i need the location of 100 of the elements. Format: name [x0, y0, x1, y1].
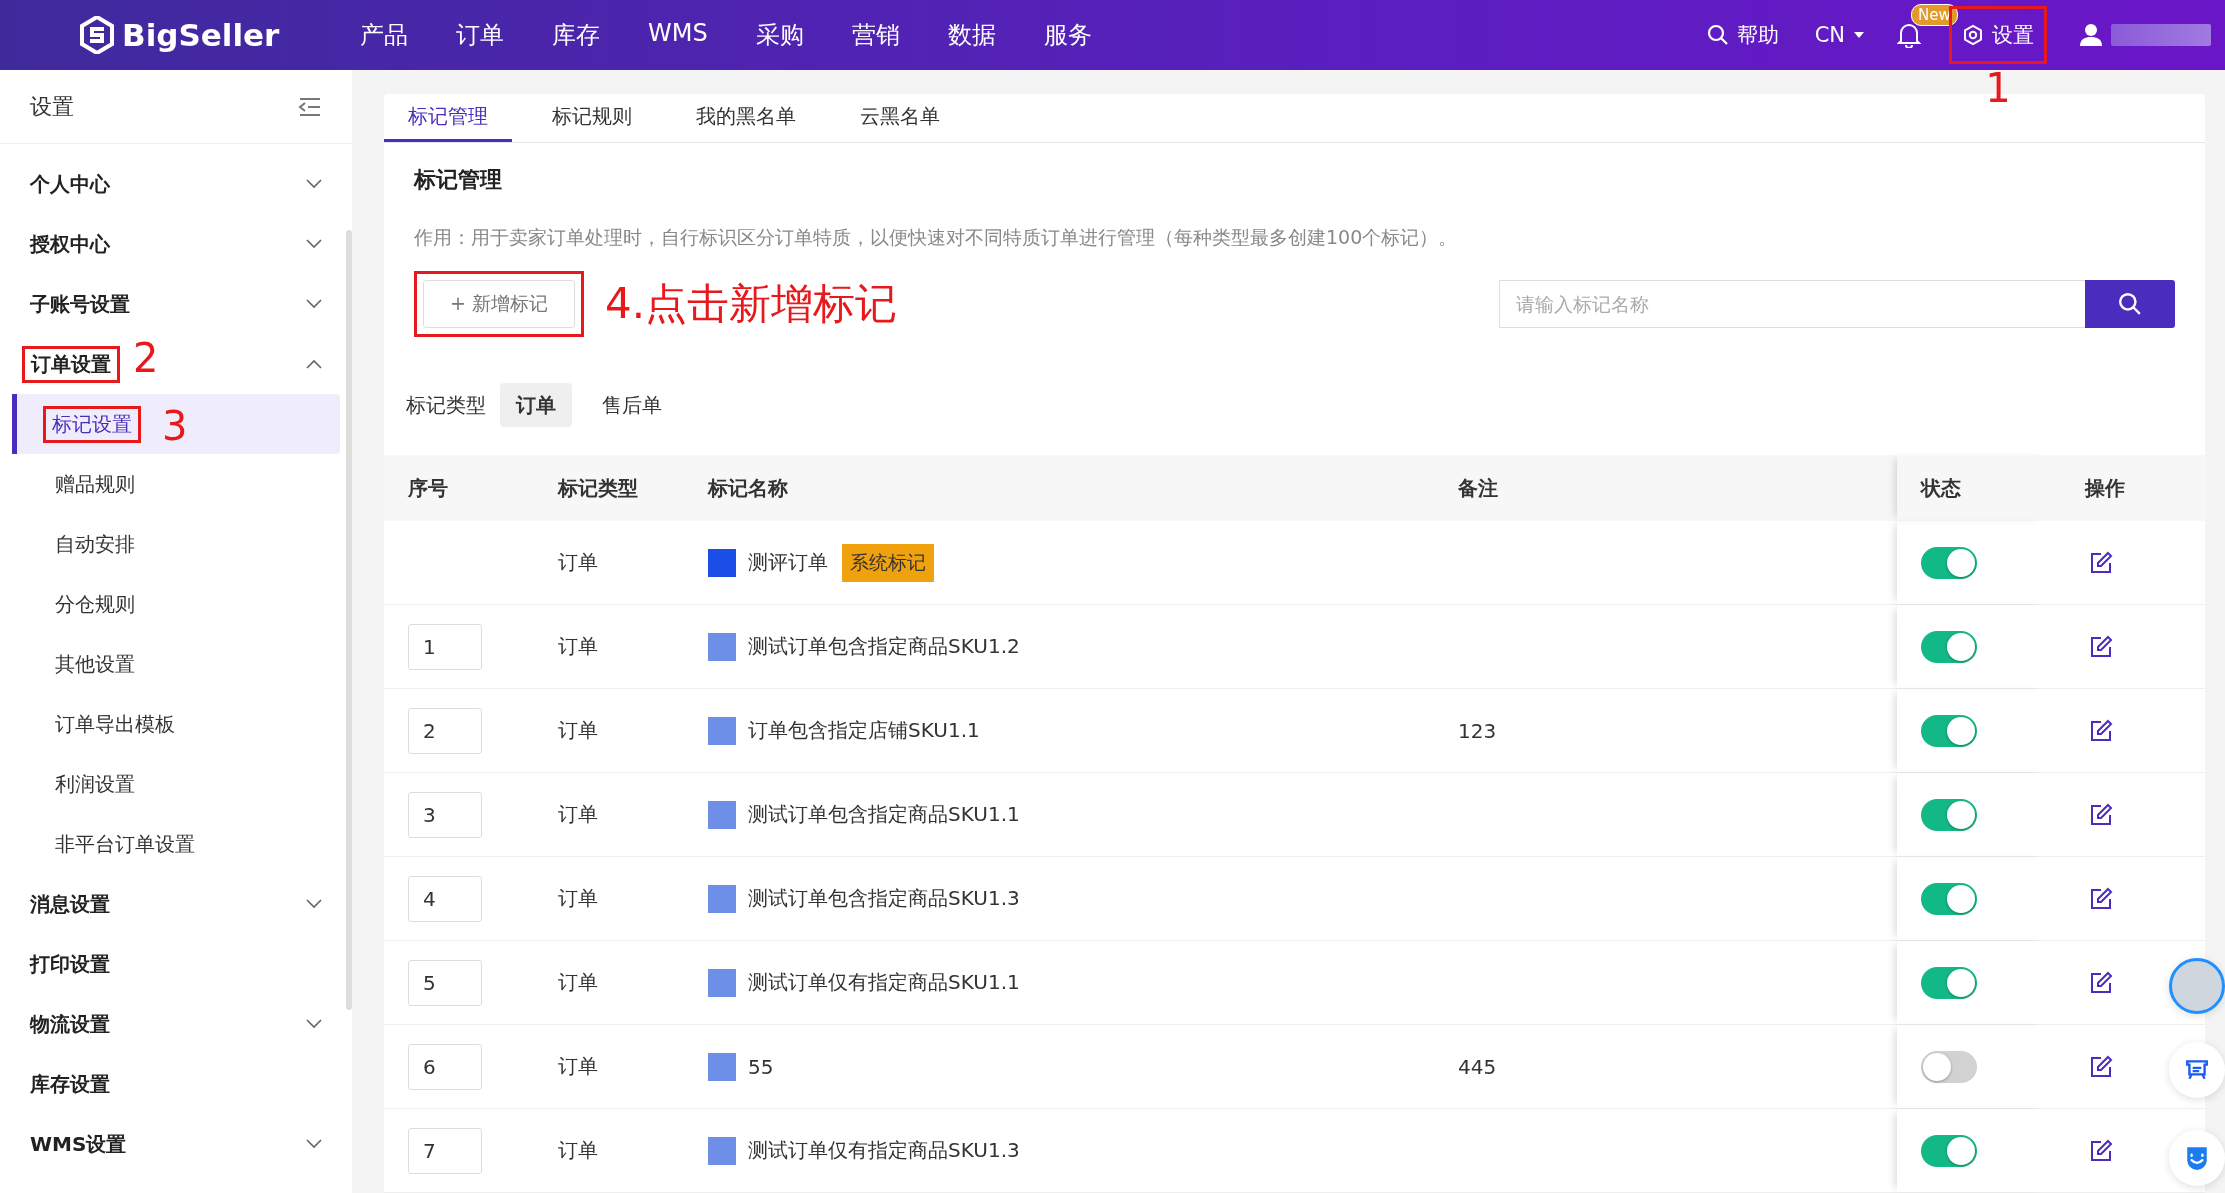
language-dropdown[interactable]: CN	[1810, 17, 1869, 53]
tab[interactable]: 标记规则	[528, 94, 656, 142]
index-field[interactable]: 7	[408, 1127, 482, 1174]
menu-group-label[interactable]: WMS设置	[30, 1130, 127, 1158]
mark-name: 测评订单	[748, 549, 828, 576]
edit-button[interactable]	[2089, 1138, 2113, 1163]
filter-option[interactable]: 订单	[500, 383, 572, 427]
edit-button[interactable]	[2089, 970, 2113, 995]
status-toggle[interactable]	[1921, 966, 1977, 999]
edit-icon	[2089, 970, 2113, 995]
nav-link[interactable]: 数据	[947, 19, 996, 51]
tab[interactable]: 标记管理	[384, 94, 512, 142]
edit-icon	[2089, 718, 2113, 743]
table-cell: 订单	[558, 801, 598, 828]
edit-button[interactable]	[2089, 1054, 2113, 1079]
system-tag: 系统标记	[842, 543, 934, 582]
submenu-item[interactable]: 其他设置	[12, 634, 340, 694]
edit-button[interactable]	[2089, 886, 2113, 911]
menu-group-label[interactable]: 授权中心	[30, 230, 110, 258]
chevron-down-icon	[306, 899, 322, 909]
status-toggle[interactable]	[1921, 714, 1977, 747]
index-field[interactable]: 6	[408, 1043, 482, 1090]
callout-number: 2	[133, 334, 159, 381]
submenu-item[interactable]: 赠品规则	[12, 454, 340, 514]
nav-link[interactable]: 订单	[456, 19, 504, 51]
callout-number: 3	[162, 402, 188, 449]
status-toggle[interactable]	[1921, 1050, 1977, 1083]
edit-button[interactable]	[2089, 550, 2113, 575]
help-button[interactable]: 帮助	[1702, 15, 1783, 55]
menu-group-label[interactable]: 打印设置	[30, 950, 110, 978]
submenu-item[interactable]: 非平台订单设置	[12, 814, 340, 874]
sidebar-title: 设置	[30, 92, 74, 121]
table-cell: 订单	[558, 1053, 598, 1080]
smile-icon	[2184, 1145, 2210, 1171]
table-cell: 订单	[558, 549, 598, 576]
index-field[interactable]: 2	[408, 707, 482, 754]
edit-button[interactable]	[2089, 718, 2113, 743]
nav-link[interactable]: 服务	[1043, 19, 1092, 51]
status-toggle[interactable]	[1921, 1134, 1977, 1167]
status-toggle[interactable]	[1921, 882, 1977, 915]
submenu-item[interactable]: 利润设置	[12, 754, 340, 814]
table-cell: 445	[1458, 1054, 1497, 1079]
submenu-item[interactable]: 标记设置 3	[12, 394, 340, 454]
chevron-down-icon	[306, 1139, 322, 1149]
submenu-item[interactable]: 分仓规则	[12, 574, 340, 634]
caret-icon	[1853, 31, 1865, 39]
edit-icon	[2089, 886, 2113, 911]
collapse-menu-icon[interactable]	[298, 96, 322, 117]
search-field[interactable]: 请输入标记名称	[1499, 280, 2085, 328]
search-button[interactable]	[2085, 280, 2175, 328]
menu-group-label[interactable]: 个人中心	[30, 170, 110, 198]
mark-name: 测试订单仅有指定商品SKU1.3	[748, 1137, 1020, 1164]
search-icon	[1706, 24, 1729, 46]
scrollbar[interactable]	[346, 230, 352, 1010]
nav-link[interactable]: 产品	[360, 19, 408, 51]
column-header: 序号	[407, 474, 449, 502]
edit-icon	[2089, 634, 2113, 659]
menu-group-label[interactable]: 消息设置	[30, 890, 110, 918]
edit-icon	[2089, 1138, 2113, 1163]
table-cell: 订单	[558, 633, 598, 660]
tab[interactable]: 云黑名单	[836, 94, 964, 142]
user-icon	[2079, 23, 2103, 47]
nav-link[interactable]: 库存	[552, 19, 600, 51]
table-cell: 123	[1458, 718, 1497, 743]
edit-button[interactable]	[2089, 634, 2113, 659]
mark-name: 55	[748, 1054, 774, 1079]
menu-group-label[interactable]: 子账号设置	[30, 290, 130, 318]
status-toggle[interactable]	[1921, 546, 1977, 579]
menu-group-label[interactable]: 物流设置	[30, 1010, 110, 1038]
tab[interactable]: 我的黑名单	[672, 94, 820, 142]
status-toggle[interactable]	[1921, 798, 1977, 831]
status-toggle[interactable]	[1921, 630, 1977, 663]
column-header: 标记类型	[556, 474, 639, 502]
table-cell: 订单	[558, 969, 598, 996]
assistant-button[interactable]	[2169, 1130, 2225, 1186]
avatar-placeholder[interactable]	[2169, 958, 2225, 1014]
index-field[interactable]: 5	[408, 959, 482, 1006]
nav-link[interactable]: 营销	[851, 19, 900, 51]
search-icon	[2118, 292, 2142, 316]
edit-button[interactable]	[2089, 802, 2113, 827]
description-text: 作用：用于卖家订单处理时，自行标识区分订单特质，以便快速对不同特质订单进行管理（每种类型最多创建100个标记）。	[414, 225, 1459, 250]
callout-number: 1	[1984, 65, 2012, 111]
nav-link[interactable]: 采购	[755, 19, 804, 51]
filter-option[interactable]: 售后单	[586, 383, 678, 427]
submenu-item[interactable]: 订单导出模板	[12, 694, 340, 754]
chevron-down-icon	[306, 239, 322, 249]
index-field[interactable]: 4	[408, 875, 482, 922]
mark-name: 订单包含指定店铺SKU1.1	[748, 717, 980, 744]
add-mark-button[interactable]: + 新增标记	[423, 280, 575, 328]
feedback-button[interactable]	[2169, 1042, 2225, 1098]
nav-link[interactable]: WMS	[648, 19, 708, 51]
bell-icon[interactable]	[1897, 22, 1921, 48]
mark-name: 测试订单包含指定商品SKU1.1	[748, 801, 1020, 828]
menu-group-label[interactable]: 库存设置	[30, 1070, 110, 1098]
mark-name: 测试订单包含指定商品SKU1.2	[748, 633, 1020, 660]
submenu-item[interactable]: 自动安排	[12, 514, 340, 574]
index-field[interactable]: 3	[408, 791, 482, 838]
index-field[interactable]: 1	[408, 623, 482, 670]
callout-text: 4.点击新增标记	[604, 278, 898, 330]
logo-icon	[80, 16, 114, 54]
